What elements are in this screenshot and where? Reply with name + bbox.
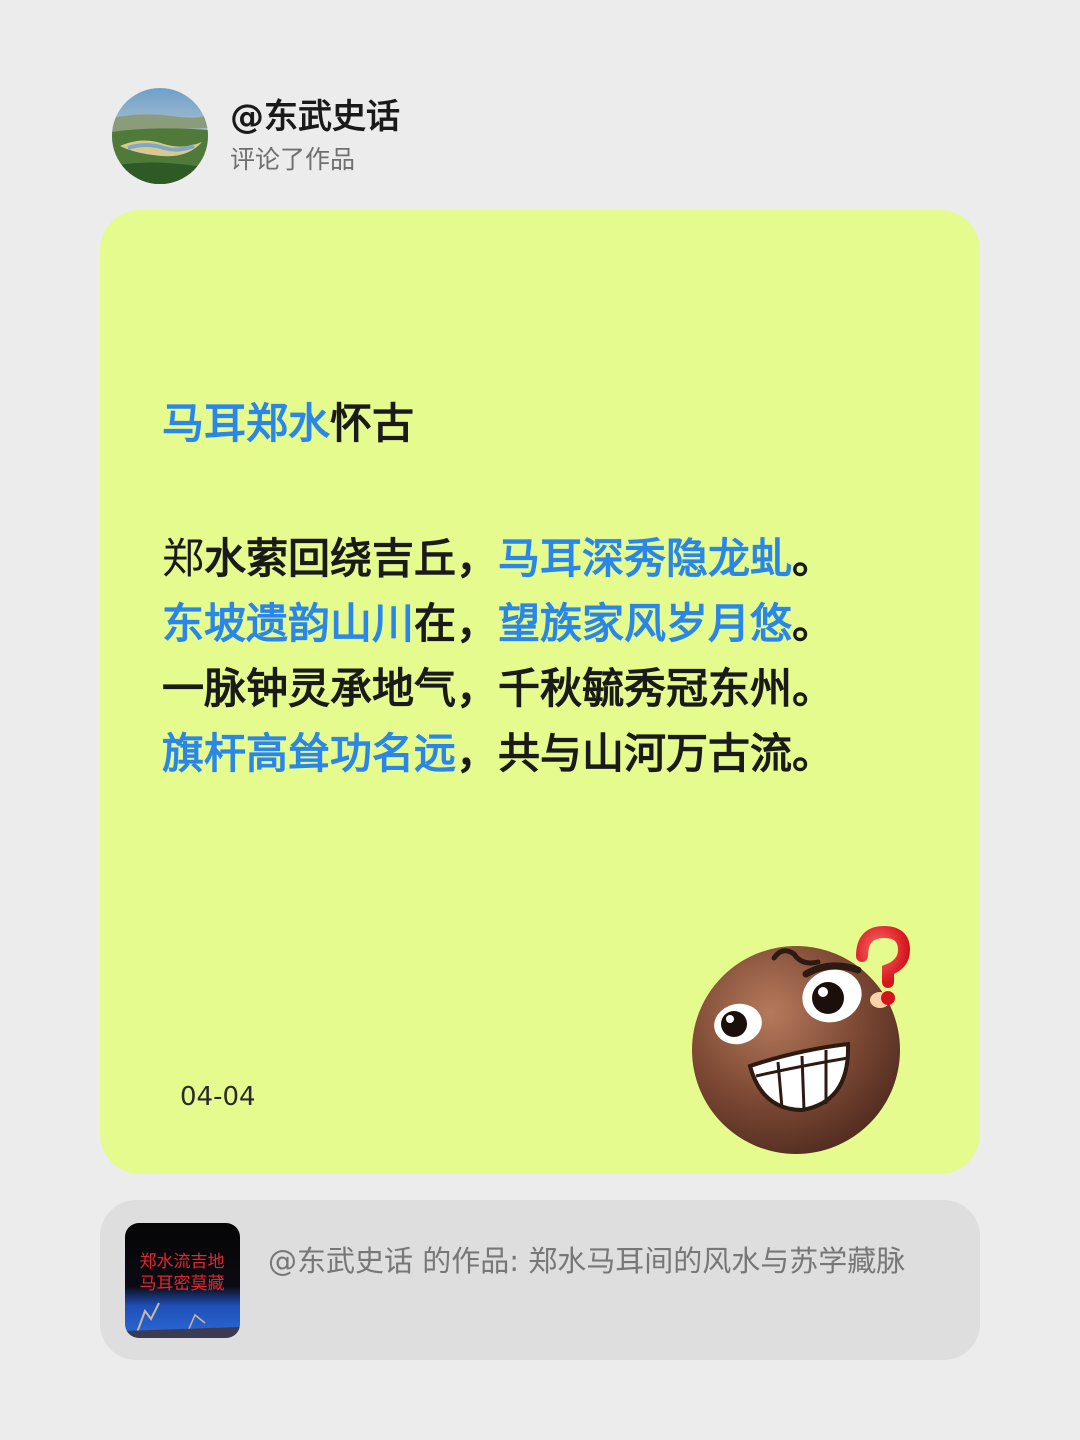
thumbnail-title-line: 郑水流吉地 [140,1252,225,1272]
poem-line: 旗杆高耸功名远，共与山河万古流。 [162,721,834,786]
grinning-question-emoji-icon [690,926,920,1156]
poem-segment: 郑 [162,534,205,583]
poem-segment: 。 [792,599,835,648]
poem-line: 一脉钟灵承地气，千秋毓秀冠东州。 [162,656,834,721]
poem-segment: 旗杆高耸功名远 [162,729,457,778]
poem-segment: 在， [414,599,499,648]
poem-title-segment: 郑水 [246,399,331,448]
poem-segment: 一脉钟灵承地气，千秋毓秀冠东州。 [162,664,835,713]
referenced-work-title[interactable]: @东武史话 的作品: 郑水马耳间的风水与苏学藏脉 [268,1240,938,1282]
poem-title-segment: 怀古 [330,399,415,448]
poem-segment: 水萦回绕吉丘， [204,534,499,583]
comment-date: 04-04 [180,1082,256,1112]
poem-line: 郑水萦回绕吉丘，马耳深秀隐龙虬。 [162,526,834,591]
poem-segment: 马耳深秀隐龙虬 [498,534,793,583]
poem-segment: ，共与山河万古流。 [456,729,835,778]
poem-body: 郑水萦回绕吉丘，马耳深秀隐龙虬。 东坡遗韵山川在，望族家风岁月悠。 一脉钟灵承地… [162,526,834,786]
comment-action-label: 评论了作品 [230,145,356,174]
poem-title-segment: 马耳 [162,399,247,448]
poem-segment: 。 [792,534,835,583]
poem-segment: 望族家风岁月悠 [498,599,793,648]
user-avatar[interactable] [112,88,208,184]
avatar-landscape-image [112,88,208,184]
poem-segment: 东坡遗韵山川 [162,599,415,648]
poem-line: 东坡遗韵山川在，望族家风岁月悠。 [162,591,834,656]
comment-header: @东武史话 评论了作品 [112,88,400,184]
work-thumbnail[interactable]: 郑水流吉地 马耳密莫藏 [125,1223,240,1338]
thumbnail-title-line: 马耳密莫藏 [140,1274,225,1294]
username[interactable]: @东武史话 [230,95,400,139]
comment-card: 马耳郑水怀古 郑水萦回绕吉丘，马耳深秀隐龙虬。 东坡遗韵山川在，望族家风岁月悠。… [100,210,980,1174]
referenced-work-link[interactable]: 郑水流吉地 马耳密莫藏 @东武史话 的作品: 郑水马耳间的风水与苏学藏脉 [100,1200,980,1360]
poem-title: 马耳郑水怀古 [162,396,414,452]
